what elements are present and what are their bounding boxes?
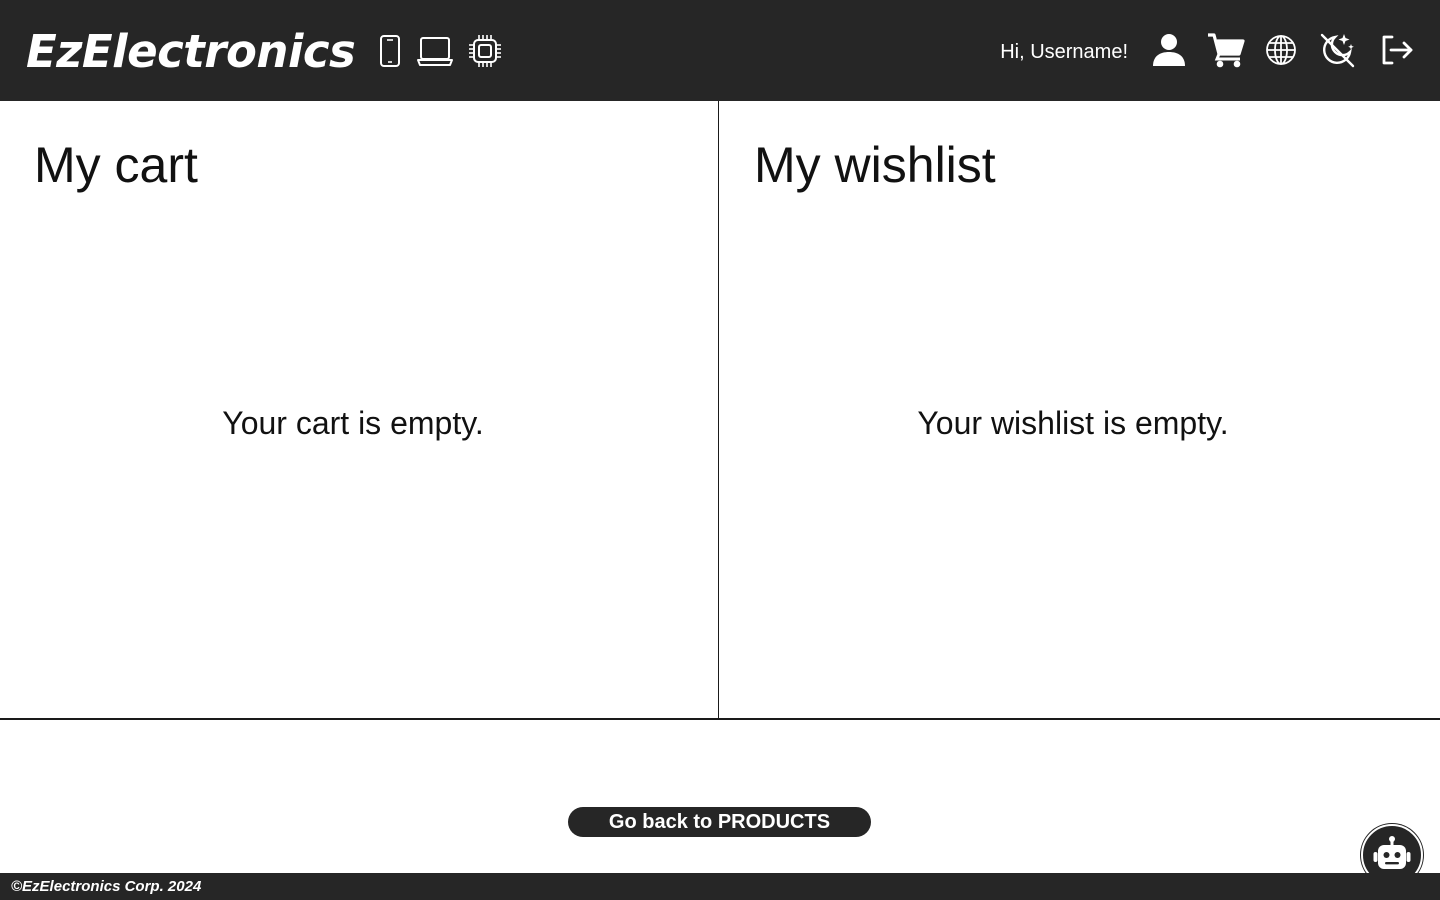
brand-logo[interactable]: EzElectronics	[26, 24, 356, 80]
wishlist-empty-message: Your wishlist is empty.	[917, 405, 1229, 441]
cart-empty-message: Your cart is empty.	[222, 405, 484, 441]
laptop-icon[interactable]	[416, 32, 454, 70]
section-divider	[0, 718, 1440, 720]
chip-icon[interactable]	[467, 32, 503, 70]
page: EzElectronics Hi, Username! My cart Your…	[0, 0, 1440, 900]
back-to-products-button[interactable]: Go back to PRODUCTS	[568, 807, 871, 837]
theme-toggle-icon[interactable]	[1317, 30, 1357, 70]
cart-panel: My cart Your cart is empty.	[0, 101, 719, 719]
robot-icon	[1373, 836, 1411, 869]
footer: ©EzElectronics Corp. 2024	[0, 873, 1440, 900]
cart-title: My cart	[34, 137, 198, 193]
user-greeting: Hi, Username!	[1000, 41, 1128, 63]
wishlist-title: My wishlist	[754, 137, 996, 193]
user-icon[interactable]	[1149, 30, 1189, 70]
top-navbar: EzElectronics Hi, Username!	[0, 0, 1440, 101]
globe-icon[interactable]	[1261, 30, 1301, 70]
wishlist-panel: My wishlist Your wishlist is empty.	[719, 101, 1440, 719]
copyright-text: ©EzElectronics Corp. 2024	[11, 878, 202, 895]
smartphone-icon[interactable]	[378, 32, 402, 70]
logout-icon[interactable]	[1377, 30, 1417, 70]
cart-icon[interactable]	[1206, 30, 1246, 70]
